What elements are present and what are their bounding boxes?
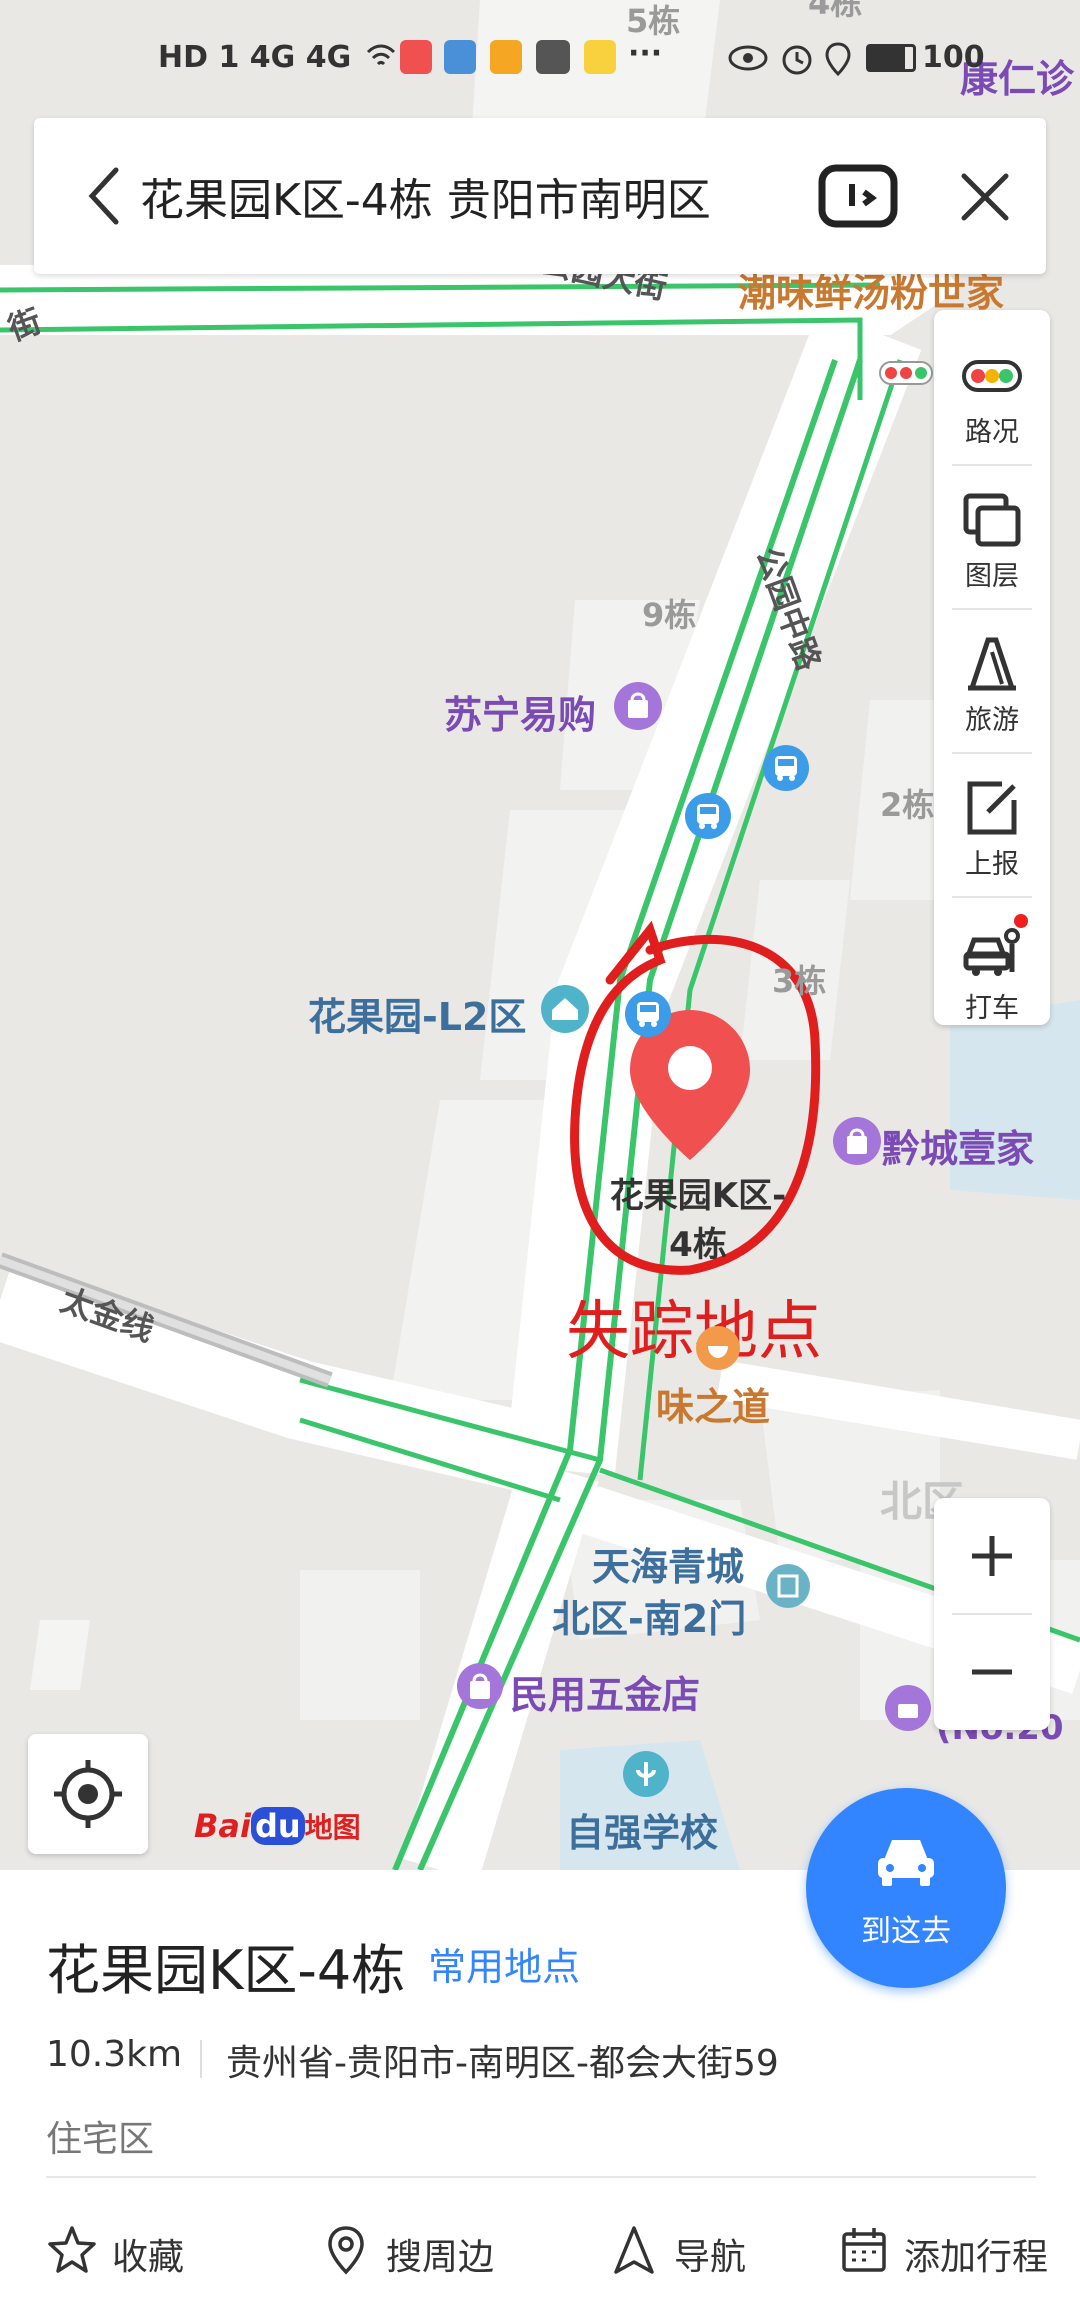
layers-label: 图层 (965, 561, 1019, 592)
go-here-button[interactable]: 到这去 (806, 1788, 1006, 1988)
place-title: 花果园K区-4栋 (46, 1939, 406, 2002)
star-icon (48, 2226, 96, 2273)
basket-icon (885, 1685, 931, 1731)
map-label-qiancheng[interactable]: 黔城壹家 (882, 1118, 1034, 1173)
map-label-bld-3: 3栋 (772, 962, 827, 1000)
logo-du: du (250, 1807, 305, 1845)
report-label: 上报 (965, 849, 1019, 880)
news-app-icon (584, 40, 616, 74)
map-label-weizhidao[interactable]: 味之道 (656, 1376, 770, 1431)
shopping-bag-icon (833, 1117, 881, 1165)
traffic-label: 路况 (965, 417, 1019, 448)
map-canvas[interactable]: 5栋 4栋 康仁诊 公园大街 街 潮味鲜汤粉世家 公园中路 9栋 苏宁易购 2栋… (0, 0, 1080, 1870)
map-label-bld-2: 2栋 (880, 786, 935, 824)
favorite-label: 收藏 (112, 2237, 185, 2278)
edit-report-icon (967, 781, 1017, 835)
battery-level: 100 (922, 40, 985, 75)
network-indicator: HD 1 4G 4G (158, 40, 352, 75)
battery-icon (866, 44, 916, 72)
bus-stop-icon[interactable] (624, 990, 672, 1038)
travel-label: 旅游 (965, 705, 1019, 736)
logo-bai: Bai (194, 1807, 251, 1845)
report-button[interactable]: 上报 (934, 756, 1050, 898)
traffic-light-icon (962, 360, 1022, 392)
bus-stop-icon[interactable] (762, 744, 810, 792)
back-arrow-icon[interactable] (70, 158, 140, 234)
navigation-arrow-icon (614, 2226, 654, 2274)
wechat-icon (536, 40, 570, 74)
mic-app-icon (400, 40, 432, 74)
frequent-place-tag[interactable]: 常用地点 (428, 1936, 580, 1991)
taxi-icon (963, 928, 1020, 976)
search-bar[interactable]: 花果园K区-4栋 贵阳市南明区 (34, 118, 1046, 274)
plus-icon (972, 1536, 1012, 1576)
place-distance: 10.3km (46, 2034, 183, 2075)
restaurant-icon (696, 1326, 740, 1370)
zoom-out-button[interactable] (934, 1614, 1050, 1730)
pin-label: 花果园K区- 4栋 (588, 1168, 808, 1266)
location-status-icon (825, 42, 851, 76)
status-bar: HD 1 4G 4G ··· 100 (0, 0, 1080, 120)
eye-icon (728, 45, 768, 71)
minus-icon (972, 1669, 1012, 1675)
map-label-tianhai-line2[interactable]: 北区-南2门 (552, 1588, 746, 1643)
calendar-icon (842, 2228, 886, 2272)
alarm-icon (782, 45, 812, 75)
map-label-tianhai-line1[interactable]: 天海青城 (592, 1536, 744, 1591)
gate-icon (766, 1564, 810, 1608)
divider (200, 2040, 202, 2078)
travel-icon (968, 637, 1016, 691)
notification-dot (1014, 914, 1028, 928)
pin-label-line1: 花果园K区- (609, 1176, 787, 1216)
taxi-button[interactable]: 打车 (934, 900, 1050, 1042)
zoom-controls (934, 1498, 1050, 1730)
residential-icon (541, 985, 589, 1033)
divider (952, 896, 1032, 898)
divider (952, 608, 1032, 610)
shopping-bag-icon (614, 682, 662, 730)
go-here-label: 到这去 (861, 1914, 951, 1949)
bus-stop-icon[interactable] (684, 792, 732, 840)
map-label-school[interactable]: 自强学校 (566, 1802, 718, 1857)
divider (952, 464, 1032, 466)
more-notifications-icon: ··· (628, 36, 663, 71)
location-pin-outline-icon (328, 2226, 364, 2275)
logo-ditu: 地图 (304, 1811, 361, 1844)
school-icon (623, 1751, 669, 1797)
traffic-button[interactable]: 路况 (934, 324, 1050, 466)
ticket-icon[interactable] (818, 162, 898, 232)
navigate-label: 导航 (674, 2237, 747, 2278)
map-label-huaguoyuan-l2[interactable]: 花果园-L2区 (308, 986, 526, 1041)
car-icon (878, 1840, 934, 1886)
shopping-bag-icon (457, 1663, 503, 1709)
layers-button[interactable]: 图层 (934, 468, 1050, 610)
crosshair-icon (54, 1760, 122, 1828)
map-label-suning[interactable]: 苏宁易购 (444, 684, 596, 739)
zoom-in-button[interactable] (934, 1498, 1050, 1614)
add-trip-label: 添加行程 (904, 2237, 1049, 2278)
place-address: 贵州省-贵阳市-南明区-都会大街59 (226, 2043, 779, 2084)
map-label-bld-9: 9栋 (642, 596, 697, 634)
video-app-icon (490, 40, 522, 74)
layers-icon (963, 493, 1021, 547)
divider (46, 2176, 1036, 2178)
map-controls-panel: 路况 图层 旅游 上报 打车 (934, 310, 1050, 1025)
divider (952, 752, 1032, 754)
taxi-label: 打车 (965, 993, 1019, 1024)
close-icon[interactable] (950, 162, 1020, 232)
pin-label-line2: 4栋 (669, 1225, 727, 1265)
map-label-hardware[interactable]: 民用五金店 (510, 1664, 700, 1719)
baidu-map-logo: Bai du 地图 (194, 1806, 361, 1846)
place-category: 住宅区 (46, 2119, 155, 2160)
travel-button[interactable]: 旅游 (934, 612, 1050, 754)
search-nearby-label: 搜周边 (386, 2237, 495, 2278)
search-query[interactable]: 花果园K区-4栋 贵阳市南明区 (140, 164, 711, 228)
locate-me-button[interactable] (28, 1734, 148, 1854)
map-app-icon (444, 40, 476, 74)
wifi-icon (366, 44, 396, 66)
